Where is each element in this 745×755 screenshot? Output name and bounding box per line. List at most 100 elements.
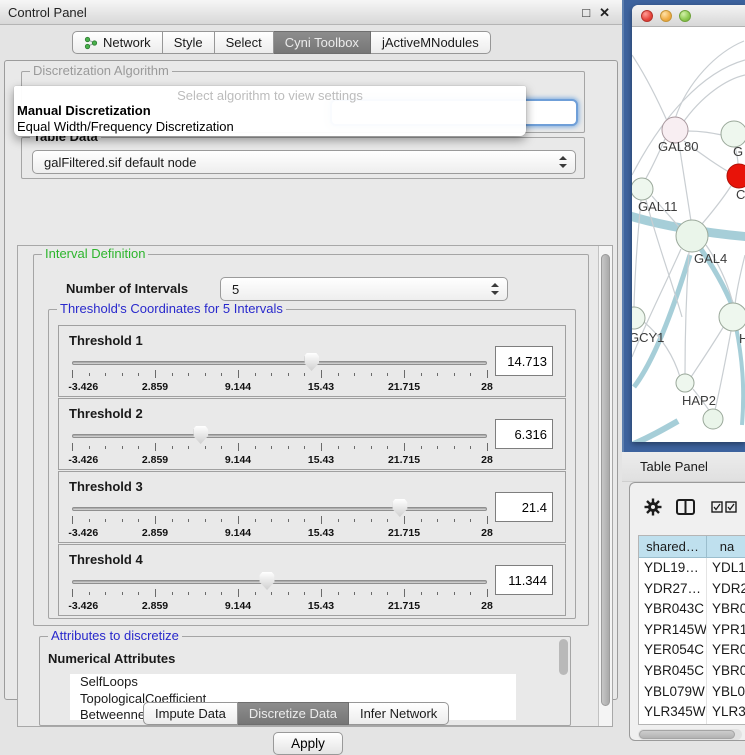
threshold-value-input[interactable]: [495, 419, 553, 449]
slider-tick: [89, 592, 90, 595]
window-title: Control Panel: [8, 5, 87, 20]
table-horizontal-scrollbar[interactable]: [638, 729, 742, 740]
table-horizontal-scrollbar-thumb[interactable]: [639, 730, 735, 739]
table-data-select[interactable]: galFiltered.sif default node: [32, 150, 576, 174]
tab-impute-data[interactable]: Impute Data: [143, 702, 238, 725]
threshold-slider[interactable]: -3.4262.8599.14415.4321.71528: [72, 577, 487, 611]
slider-tick: [371, 519, 372, 522]
network-node-gal4[interactable]: [676, 220, 708, 252]
table-row[interactable]: YER054C YER0: [639, 640, 745, 661]
table-row[interactable]: YDL19… YDL1: [639, 558, 745, 579]
tab-cyni-toolbox[interactable]: Cyni Toolbox: [274, 31, 371, 54]
table-data-selected-value: galFiltered.sif default node: [44, 155, 196, 170]
vertical-scrollbar-thumb[interactable]: [601, 254, 610, 706]
select-columns-icon[interactable]: [711, 501, 737, 513]
threshold-label: Threshold 2: [69, 406, 143, 421]
network-canvas[interactable]: GAL80GCGAL11GAL4GCY1HHAP2: [632, 27, 745, 442]
mac-zoom-icon[interactable]: [679, 10, 691, 22]
slider-tick: [105, 446, 106, 449]
cell-shared-name: YPR145W: [639, 620, 707, 641]
slider-tick: [470, 519, 471, 522]
float-window-icon[interactable]: □: [582, 6, 590, 19]
threshold-value-input[interactable]: [495, 565, 553, 595]
slider-tick-label: -3.426: [68, 381, 98, 393]
network-node-c[interactable]: [727, 164, 745, 188]
slider-tick-label: 28: [481, 600, 493, 612]
attributes-list-scrollbar[interactable]: [559, 639, 568, 675]
slider-tick: [188, 519, 189, 522]
slider-tick: [338, 592, 339, 595]
slider-tick-label: -3.426: [68, 527, 98, 539]
slider-tick: [205, 519, 206, 522]
slider-tick: [155, 370, 156, 378]
slider-thumb-icon[interactable]: [260, 572, 275, 590]
network-node-gal11[interactable]: [632, 178, 653, 200]
cell-name: YBL0: [707, 682, 745, 703]
slider-track[interactable]: [72, 507, 487, 511]
slider-track[interactable]: [72, 434, 487, 438]
network-node-hap2[interactable]: [676, 374, 694, 392]
numerical-attribute-item[interactable]: SelfLoops: [70, 674, 516, 691]
slider-tick: [288, 592, 289, 595]
table-row[interactable]: YIL052C YIL0: [639, 723, 745, 725]
threshold-value-input[interactable]: [495, 346, 553, 376]
gear-icon[interactable]: [644, 498, 662, 516]
slider-thumb-icon[interactable]: [193, 426, 208, 444]
slider-tick: [271, 446, 272, 449]
slider-thumb-icon[interactable]: [304, 353, 319, 371]
table-row[interactable]: YBL079W YBL0: [639, 682, 745, 703]
cell-name: YIL0: [707, 723, 745, 725]
threshold-label: Threshold 3: [69, 479, 143, 494]
table-row[interactable]: YBR045C YBR0: [639, 661, 745, 682]
tab-jactivemnodules[interactable]: jActiveMNodules: [371, 31, 491, 54]
number-of-intervals-label: Number of Intervals: [66, 281, 188, 296]
threshold-value-input[interactable]: [495, 492, 553, 522]
algorithm-option-manual[interactable]: Manual Discretization: [14, 103, 526, 119]
network-node[interactable]: [703, 409, 723, 429]
cell-name: YDL1: [707, 558, 745, 579]
tab-infer-network[interactable]: Infer Network: [349, 702, 449, 725]
node-attribute-table[interactable]: shared… na YDL19… YDL1YDR27… YDR2YBR043C…: [638, 535, 745, 725]
attributes-group-title: Attributes to discretize: [48, 629, 182, 643]
slider-tick: [105, 373, 106, 376]
close-window-icon[interactable]: ✕: [599, 6, 610, 19]
threshold-slider[interactable]: -3.4262.8599.14415.4321.71528: [72, 504, 487, 538]
cell-shared-name: YBR045C: [639, 661, 707, 682]
table-row[interactable]: YLR345W YLR3: [639, 702, 745, 723]
slider-tick: [371, 373, 372, 376]
slider-tick-label: 15.43: [308, 454, 334, 466]
tab-network[interactable]: Network: [72, 31, 163, 54]
split-columns-icon[interactable]: [676, 499, 695, 515]
slider-track[interactable]: [72, 361, 487, 365]
slider-tick: [205, 446, 206, 449]
algorithm-option-equal-width[interactable]: Equal Width/Frequency Discretization: [14, 119, 526, 135]
tab-select[interactable]: Select: [215, 31, 274, 54]
network-node-h[interactable]: [719, 303, 745, 331]
number-of-intervals-select[interactable]: 5: [220, 277, 508, 301]
cell-name: YDR2: [707, 579, 745, 600]
column-header-name[interactable]: na: [707, 536, 745, 558]
slider-thumb-icon[interactable]: [392, 499, 407, 517]
table-row[interactable]: YBR043C YBR0: [639, 599, 745, 620]
vertical-scrollbar[interactable]: [598, 246, 612, 726]
mac-close-icon[interactable]: [641, 10, 653, 22]
column-header-shared-name[interactable]: shared…: [639, 536, 707, 558]
tab-style[interactable]: Style: [163, 31, 215, 54]
network-nodes[interactable]: [632, 117, 745, 429]
apply-button[interactable]: Apply: [273, 732, 343, 755]
table-row[interactable]: YDR27… YDR2: [639, 579, 745, 600]
slider-tick: [138, 373, 139, 376]
tab-discretize-data[interactable]: Discretize Data: [238, 702, 349, 725]
network-icon: [84, 36, 98, 50]
cell-shared-name: YBR043C: [639, 599, 707, 620]
threshold-slider[interactable]: -3.4262.8599.14415.4321.71528: [72, 431, 487, 465]
mac-minimize-icon[interactable]: [660, 10, 672, 22]
network-node-label: H: [739, 331, 745, 346]
threshold-slider[interactable]: -3.4262.8599.14415.4321.71528: [72, 358, 487, 392]
slider-track[interactable]: [72, 580, 487, 584]
slider-tick: [321, 370, 322, 378]
tab-jactivemnodules-label: jActiveMNodules: [382, 35, 479, 50]
network-node-gcy1[interactable]: [632, 307, 645, 329]
table-row[interactable]: YPR145W YPR1: [639, 620, 745, 641]
slider-tick-label: 2.859: [142, 381, 168, 393]
